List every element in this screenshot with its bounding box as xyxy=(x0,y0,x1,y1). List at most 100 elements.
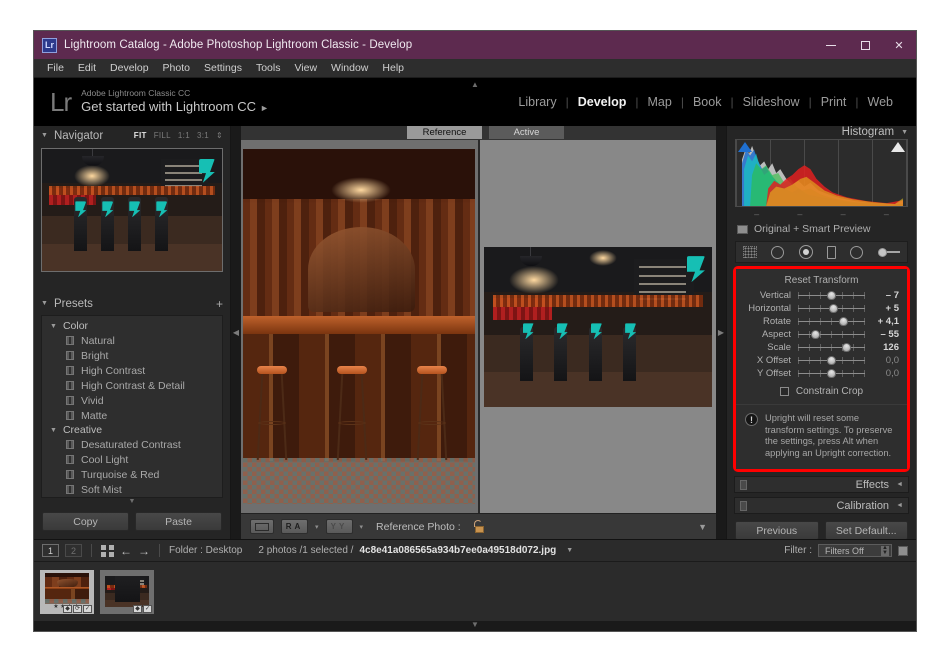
list-item[interactable]: Vivid xyxy=(42,393,222,408)
slider-x-offset[interactable]: X Offset 0,0 xyxy=(736,354,907,367)
bottom-panel-caret[interactable]: ▼ xyxy=(34,621,916,631)
zoom-3-1[interactable]: 3:1 xyxy=(197,131,209,140)
loupe-view-icon[interactable] xyxy=(250,519,274,534)
slider-track[interactable] xyxy=(798,291,865,300)
navigator-preview[interactable] xyxy=(41,148,223,272)
module-web[interactable]: Web xyxy=(859,95,902,109)
list-item[interactable]: High Contrast xyxy=(42,363,222,378)
graduated-filter-icon[interactable] xyxy=(827,245,837,259)
module-print[interactable]: Print xyxy=(812,95,856,109)
slider-track[interactable] xyxy=(798,356,865,365)
tab-reference[interactable]: Reference xyxy=(407,126,482,139)
preset-group-color[interactable]: ▼ Color xyxy=(42,319,222,333)
right-panel-collapse-handle[interactable]: ▶ xyxy=(716,126,726,539)
menu-tools[interactable]: Tools xyxy=(249,59,288,78)
crop-overlay-icon[interactable] xyxy=(743,246,758,258)
slider-y-offset[interactable]: Y Offset 0,0 xyxy=(736,367,907,380)
slider-scale[interactable]: Scale 126 xyxy=(736,341,907,354)
calibration-triangle-icon[interactable]: ◄ xyxy=(896,502,903,509)
grid-view-icon[interactable] xyxy=(101,544,114,557)
badge-icon[interactable]: ✓ xyxy=(143,604,152,613)
module-library[interactable]: Library xyxy=(509,95,565,109)
list-item[interactable]: Turquoise & Red xyxy=(42,467,222,482)
reset-transform-button[interactable]: Reset Transform xyxy=(736,275,907,289)
add-preset-icon[interactable]: + xyxy=(216,298,223,310)
slider-track[interactable] xyxy=(798,304,865,313)
zoom-1-1[interactable]: 1:1 xyxy=(178,131,190,140)
adjustment-brush-icon[interactable] xyxy=(877,247,900,257)
zoom-fit[interactable]: FIT xyxy=(134,131,147,140)
reference-photo-pane[interactable] xyxy=(241,140,478,513)
chevron-down-icon[interactable]: ▾ xyxy=(315,523,319,531)
menu-window[interactable]: Window xyxy=(324,59,375,78)
presets-header[interactable]: ▼ Presets + xyxy=(34,294,230,313)
menu-edit[interactable]: Edit xyxy=(71,59,103,78)
slider-value[interactable]: 126 xyxy=(865,342,899,353)
top-panel-caret[interactable]: ▲ xyxy=(471,80,479,89)
presets-list[interactable]: ▼ Color Natural Bright High Contrast Hig… xyxy=(41,315,223,498)
thumbnail-item[interactable]: ◆ ✓ xyxy=(100,569,154,614)
slider-rotate[interactable]: Rotate + 4,1 xyxy=(736,315,907,328)
histogram-triangle-icon[interactable]: ▼ xyxy=(901,129,908,136)
slider-track[interactable] xyxy=(798,343,865,352)
previous-button[interactable]: Previous xyxy=(735,521,819,540)
highlight-clipping-indicator[interactable] xyxy=(891,142,905,152)
page-two-button[interactable]: 2 xyxy=(65,544,82,557)
panel-calibration[interactable]: Calibration ◄ xyxy=(734,497,909,514)
slider-value[interactable]: – 7 xyxy=(865,290,899,301)
menu-help[interactable]: Help xyxy=(375,59,411,78)
slider-track[interactable] xyxy=(798,317,865,326)
list-item[interactable]: Natural xyxy=(42,333,222,348)
menu-photo[interactable]: Photo xyxy=(156,59,197,78)
filter-lock-icon[interactable] xyxy=(898,545,908,556)
zoom-fill[interactable]: FILL xyxy=(154,131,171,140)
maximize-button[interactable] xyxy=(848,31,882,59)
red-eye-correction-icon[interactable] xyxy=(798,245,813,259)
preset-group-creative[interactable]: ▼ Creative xyxy=(42,423,222,437)
module-slideshow[interactable]: Slideshow xyxy=(734,95,809,109)
thumbnail-item[interactable]: ◆ ⟳ ✓ ★★★★ xyxy=(40,569,94,614)
filter-select[interactable]: Filters Off ▲ ▼ xyxy=(818,544,892,557)
identity-title[interactable]: Get started with Lightroom CC ► xyxy=(81,99,269,116)
filmstrip-caret-icon[interactable]: ▼ xyxy=(566,547,573,554)
group-triangle-icon[interactable]: ▼ xyxy=(50,427,57,434)
menu-settings[interactable]: Settings xyxy=(197,59,249,78)
badge-icon[interactable]: ◆ xyxy=(133,604,142,613)
module-map[interactable]: Map xyxy=(639,95,681,109)
presets-triangle-icon[interactable]: ▼ xyxy=(41,300,48,307)
slider-value[interactable]: 0,0 xyxy=(865,355,899,366)
menu-develop[interactable]: Develop xyxy=(103,59,156,78)
badge-icon[interactable]: ◆ xyxy=(63,604,72,613)
folder-label[interactable]: Folder : Desktop xyxy=(169,545,242,556)
panel-effects[interactable]: Effects ◄ xyxy=(734,476,909,493)
toolbar-caret-icon[interactable]: ▼ xyxy=(698,522,707,532)
before-after-icon[interactable]: YY xyxy=(325,519,353,534)
zoom-stepper-icon[interactable]: ⇕ xyxy=(216,131,223,140)
slider-track[interactable] xyxy=(798,330,865,339)
menu-file[interactable]: File xyxy=(40,59,71,78)
reference-compare-icon[interactable]: RA xyxy=(281,519,308,534)
slider-aspect[interactable]: Aspect – 55 xyxy=(736,328,907,341)
active-photo-pane[interactable] xyxy=(477,140,716,513)
constrain-crop-checkbox[interactable] xyxy=(779,387,789,396)
select-stepper-icon[interactable]: ▲ ▼ xyxy=(881,545,889,556)
slider-value[interactable]: – 55 xyxy=(865,329,900,340)
forward-arrow-icon[interactable]: → xyxy=(138,545,150,557)
list-item[interactable]: Desaturated Contrast xyxy=(42,437,222,452)
slider-value[interactable]: + 5 xyxy=(865,303,899,314)
back-arrow-icon[interactable]: ← xyxy=(120,545,132,557)
constrain-crop-row[interactable]: Constrain Crop xyxy=(736,380,907,397)
padlock-icon[interactable] xyxy=(472,520,484,533)
presets-scroll-caret[interactable]: ▼ xyxy=(34,498,230,506)
copy-button[interactable]: Copy xyxy=(42,512,129,531)
chevron-down-icon[interactable]: ▾ xyxy=(360,523,364,531)
slider-track[interactable] xyxy=(798,369,865,378)
paste-button[interactable]: Paste xyxy=(135,512,222,531)
effects-toggle-switch[interactable] xyxy=(740,479,747,490)
histogram-graph[interactable] xyxy=(735,139,908,207)
slider-value[interactable]: 0,0 xyxy=(865,368,899,379)
effects-triangle-icon[interactable]: ◄ xyxy=(896,481,903,488)
navigator-header[interactable]: ▼ Navigator FIT FILL 1:1 3:1 ⇕ xyxy=(34,126,230,145)
left-panel-collapse-handle[interactable]: ◀ xyxy=(231,126,241,539)
radial-filter-icon[interactable] xyxy=(850,245,864,259)
